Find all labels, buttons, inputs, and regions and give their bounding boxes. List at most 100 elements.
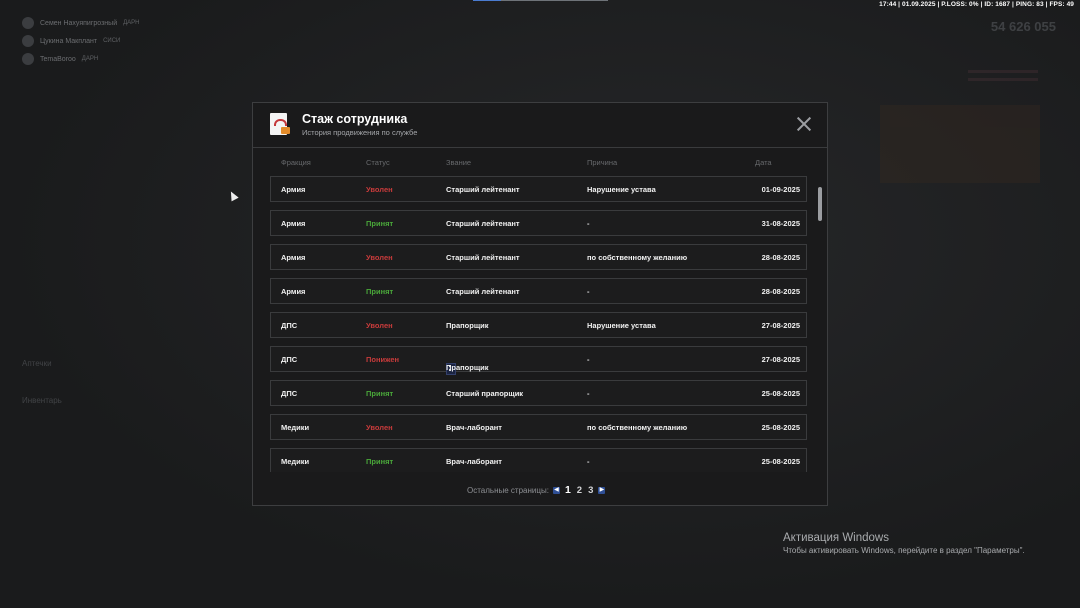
top-progress-line	[473, 0, 608, 1]
cell-faction: Медики	[281, 423, 310, 432]
cell-date: 28-08-2025	[761, 287, 800, 296]
modal-subtitle: История продвижения по службе	[302, 128, 418, 137]
cell-status: Уволен	[366, 321, 393, 330]
column-reason: Причина	[587, 158, 618, 167]
table-row: Медики Принят Врач-лаборант - 25-08-2025	[270, 448, 807, 472]
cell-reason: -	[587, 219, 590, 228]
money-counter: 54 626 055	[990, 19, 1056, 34]
cell-date: 01-09-2025	[761, 185, 800, 194]
cell-status: Понижен	[366, 355, 400, 364]
cell-status: Принят	[366, 389, 394, 398]
table-row: ДПС Уволен Прапорщик Нарушение устава 27…	[270, 312, 807, 338]
cell-status: Принят	[366, 287, 394, 296]
cell-faction: Медики	[281, 457, 310, 466]
cell-faction: ДПС	[281, 355, 298, 364]
cell-faction: ДПС	[281, 321, 298, 330]
windows-activation-watermark: Активация Windows Чтобы активировать Win…	[783, 532, 1025, 555]
cell-date: 25-08-2025	[761, 389, 800, 398]
cell-rank: Прапорщик	[446, 321, 489, 330]
hud-right-panel: 54 626 055	[880, 15, 1070, 185]
armor-bar	[968, 78, 1038, 81]
column-date: Дата	[755, 158, 772, 167]
cell-date: 25-08-2025	[761, 457, 800, 466]
cell-reason: по собственному желанию	[587, 423, 688, 432]
table-row: ДПС Понижен Прапорщик - 27-08-2025	[270, 346, 807, 375]
cell-faction: Армия	[281, 287, 306, 296]
page-3-button[interactable]: 3	[587, 485, 594, 496]
cell-date: 31-08-2025	[761, 219, 800, 228]
cell-rank: Врач-лаборант	[446, 457, 502, 466]
table-row: Армия Уволен Старший лейтенант Нарушение…	[270, 176, 807, 202]
player-tag: ДАРН	[81, 56, 99, 62]
cell-rank: Старший лейтенант	[446, 219, 520, 228]
column-faction: Фракция	[281, 158, 311, 167]
table-row: Медики Уволен Врач-лаборант по собственн…	[270, 414, 807, 440]
player-name: TemaBoroo	[40, 55, 76, 63]
player-list: Семен Нахуяпигрозный ДАРН Цукина Макплан…	[22, 14, 140, 68]
left-hud-item: Инвентарь	[22, 396, 62, 405]
health-bar	[968, 70, 1038, 73]
cell-date: 27-08-2025	[761, 321, 800, 330]
prev-page-icon[interactable]: ◀	[552, 486, 560, 494]
cell-faction: ДПС	[281, 389, 298, 398]
player-tag: ДАРН	[123, 20, 140, 26]
watermark-text: Чтобы активировать Windows, перейдите в …	[783, 546, 1025, 555]
scrollbar-thumb[interactable]	[818, 187, 822, 221]
cell-date: 25-08-2025	[761, 423, 800, 432]
cell-rank: Старший прапорщик	[446, 389, 524, 398]
close-icon[interactable]	[795, 115, 813, 133]
cell-date: 27-08-2025	[761, 355, 800, 364]
player-item: TemaBoroo ДАРН	[22, 50, 140, 68]
cell-reason: Нарушение устава	[587, 185, 656, 194]
avatar	[22, 17, 34, 29]
table-row: Армия Принят Старший лейтенант - 31-08-2…	[270, 210, 807, 236]
table-row: ДПС Принят Старший прапорщик - 25-08-202…	[270, 380, 807, 406]
cell-rank: Старший лейтенант	[446, 287, 520, 296]
cell-status: Принят	[366, 457, 394, 466]
cell-status: Принят	[366, 219, 394, 228]
cell-reason: -	[587, 355, 590, 364]
pagination: Остальные страницы: ◀ 1 2 3 ▶	[467, 484, 606, 496]
table-row: Армия Принят Старший лейтенант - 28-08-2…	[270, 278, 807, 304]
page-1-button[interactable]: 1	[564, 484, 572, 496]
column-status: Статус	[366, 158, 390, 167]
cell-status: Уволен	[366, 253, 393, 262]
cell-date: 28-08-2025	[761, 253, 800, 262]
column-rank: Звание	[446, 158, 472, 167]
status-bar: 17:44 | 01.09.2025 | P.LOSS: 0% | ID: 16…	[879, 1, 1074, 8]
modal-header: Стаж сотрудника История продвижения по с…	[253, 103, 827, 148]
modal-title: Стаж сотрудника	[302, 112, 408, 126]
hud-widget	[880, 105, 1040, 183]
cell-rank: Прапорщик	[446, 363, 489, 372]
avatar	[22, 35, 34, 47]
cell-faction: Армия	[281, 253, 306, 262]
cell-reason: по собственному желанию	[587, 253, 688, 262]
cell-rank: Старший лейтенант	[446, 185, 520, 194]
cell-reason: -	[587, 457, 590, 466]
left-hud: Аптечки Инвентарь	[22, 345, 62, 419]
cell-reason: -	[587, 389, 590, 398]
player-item: Семен Нахуяпигрозный ДАРН	[22, 14, 140, 32]
avatar	[22, 53, 34, 65]
cell-reason: -	[587, 287, 590, 296]
table-row: Армия Уволен Старший лейтенант по собств…	[270, 244, 807, 270]
cell-reason: Нарушение устава	[587, 321, 656, 330]
next-page-icon[interactable]: ▶	[598, 486, 606, 494]
player-item: Цукина Макплант СИСИ	[22, 32, 140, 50]
cell-rank: Старший лейтенант	[446, 253, 520, 262]
cell-rank: Врач-лаборант	[446, 423, 502, 432]
pagination-label: Остальные страницы:	[467, 485, 549, 495]
left-hud-item: Аптечки	[22, 359, 52, 368]
player-name: Семен Нахуяпигрозный	[40, 19, 118, 27]
cell-status: Уволен	[366, 185, 393, 194]
document-icon	[270, 113, 290, 135]
service-history-modal: Стаж сотрудника История продвижения по с…	[252, 102, 828, 506]
cell-status: Уволен	[366, 423, 393, 432]
watermark-title: Активация Windows	[783, 532, 889, 544]
history-list[interactable]: Армия Уволен Старший лейтенант Нарушение…	[270, 176, 810, 472]
page-2-button[interactable]: 2	[576, 485, 583, 496]
cell-faction: Армия	[281, 219, 306, 228]
player-tag: СИСИ	[103, 38, 121, 44]
cell-faction: Армия	[281, 185, 306, 194]
player-name: Цукина Макплант	[40, 37, 98, 45]
